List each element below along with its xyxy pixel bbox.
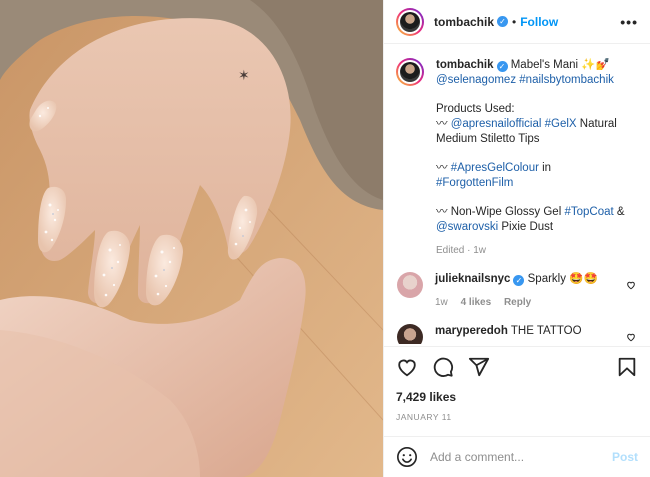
comment-body: maryperedoh THE TATTOO	[435, 324, 582, 339]
instagram-post: ✶ tombachik ✓ • Follow ••• tombachik ✓ M…	[0, 0, 650, 477]
comment-avatar[interactable]	[397, 272, 423, 298]
product-line-3-text: Non-Wipe Glossy Gel	[447, 206, 565, 218]
product-line-2-link2[interactable]: #ForgottenFilm	[436, 177, 513, 189]
product-line-2-text: in	[538, 162, 552, 174]
reply-button[interactable]: Reply	[504, 297, 531, 308]
emoji-icon[interactable]	[396, 446, 418, 468]
bookmark-icon[interactable]	[616, 356, 638, 378]
comment-composer: Post	[384, 436, 650, 477]
product-line-1-link[interactable]: @apresnailofficial #GelX	[451, 118, 577, 130]
caption-meta: Edited · 1w	[436, 245, 487, 256]
caption-tags-link[interactable]: @selenagomez #nailsbytombachik	[436, 74, 614, 86]
post-side-panel: tombachik ✓ • Follow ••• tombachik ✓ Mabe…	[383, 0, 650, 477]
follow-button[interactable]: Follow	[520, 15, 558, 29]
post-header: tombachik ✓ • Follow •••	[384, 0, 650, 44]
comment-like-heart-icon[interactable]	[626, 332, 636, 342]
comment-like-heart-icon[interactable]	[626, 280, 636, 290]
comments-list[interactable]: tombachik ✓ Mabel's Mani ✨💅 @selenagomez …	[384, 44, 650, 344]
post-date[interactable]: JANUARY 11	[396, 412, 638, 422]
svg-text:✶: ✶	[238, 68, 250, 84]
comment-row: julieknailsnyc ✓ Sparkly 🤩🤩 1w 4 likes Re…	[396, 272, 638, 310]
comment-text: THE TATTOO	[510, 325, 582, 337]
comment-username[interactable]: julieknailsnyc	[435, 273, 510, 285]
comment-icon[interactable]	[432, 356, 454, 378]
product-line-3: 〰 Non-Wipe Glossy Gel #TopCoat & @swarov…	[436, 205, 636, 235]
wave-glyph: 〰	[436, 206, 448, 218]
comment-body: julieknailsnyc ✓ Sparkly 🤩🤩 1w 4 likes Re…	[435, 272, 598, 310]
likes-count[interactable]: 7,429 likes	[396, 390, 638, 404]
product-line-2: 〰 #ApresGelColour in #ForgottenFilm	[436, 161, 636, 191]
products-heading: Products Used:	[436, 103, 515, 115]
action-icons	[396, 347, 638, 387]
comment-time[interactable]: 1w	[435, 297, 448, 308]
comment-text: Sparkly 🤩🤩	[527, 273, 598, 285]
caption-avatar[interactable]	[396, 58, 424, 86]
action-bar: 7,429 likes JANUARY 11	[384, 346, 650, 436]
post-photo[interactable]: ✶	[0, 0, 383, 477]
verified-icon: ✓	[497, 16, 509, 27]
wave-glyph: 〰	[436, 118, 448, 130]
product-line-3-link2[interactable]: @swarovski	[436, 221, 498, 233]
caption-username[interactable]: tombachik	[436, 59, 494, 71]
author-username[interactable]: tombachik	[434, 15, 494, 29]
nails-photo-image: ✶	[0, 0, 383, 477]
verified-icon: ✓	[496, 61, 508, 72]
caption: tombachik ✓ Mabel's Mani ✨💅 @selenagomez …	[396, 58, 638, 258]
share-icon[interactable]	[468, 356, 490, 378]
comment-input[interactable]	[428, 449, 612, 465]
comment-likes[interactable]: 4 likes	[461, 297, 492, 308]
product-line-1: 〰 @apresnailofficial #GelX Natural Mediu…	[436, 117, 636, 147]
caption-title: Mabel's Mani ✨💅	[510, 59, 610, 71]
comment-row: maryperedoh THE TATTOO	[396, 324, 638, 344]
caption-text: tombachik ✓ Mabel's Mani ✨💅 @selenagomez …	[436, 58, 636, 258]
comment-meta: 1w 4 likes Reply	[435, 295, 598, 310]
separator-dot: •	[512, 14, 517, 29]
product-line-3-rest: Pixie Dust	[498, 221, 554, 233]
product-line-3-link[interactable]: #TopCoat	[564, 206, 613, 218]
verified-icon: ✓	[513, 275, 525, 286]
product-line-2-link[interactable]: #ApresGelColour	[451, 162, 539, 174]
comment-username[interactable]: maryperedoh	[435, 325, 508, 337]
more-icon[interactable]: •••	[620, 14, 638, 30]
wave-glyph: 〰	[436, 162, 448, 174]
product-line-3-amp: &	[613, 206, 625, 218]
post-button[interactable]: Post	[612, 450, 638, 464]
heart-icon[interactable]	[396, 356, 418, 378]
author-avatar[interactable]	[396, 7, 424, 36]
comment-avatar[interactable]	[397, 324, 423, 344]
